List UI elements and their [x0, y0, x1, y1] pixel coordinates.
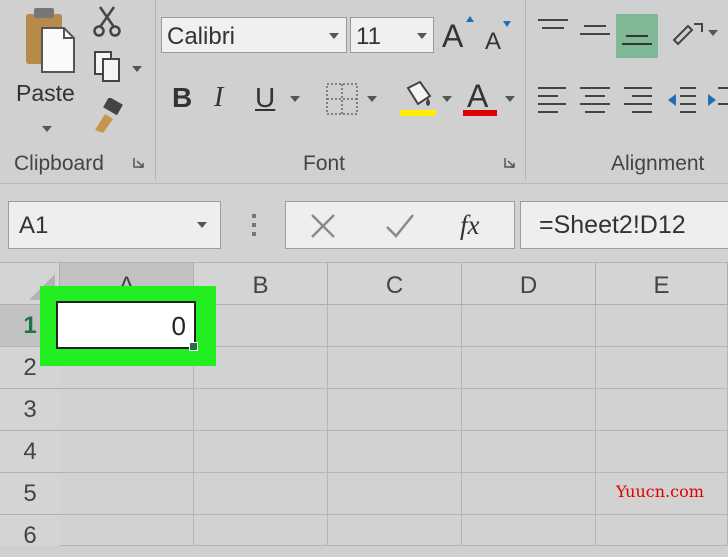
font-dialog-launcher-icon[interactable] [504, 157, 515, 168]
active-cell-value: 0 [171, 311, 186, 341]
grid-cell[interactable] [328, 347, 462, 389]
down-arrow-icon [503, 21, 511, 27]
grid-cell[interactable] [328, 431, 462, 473]
cut-icon[interactable] [92, 5, 122, 37]
grid-cell[interactable] [328, 389, 462, 431]
column-header-d[interactable]: D [462, 263, 596, 305]
chevron-down-icon[interactable] [417, 33, 427, 39]
name-box-value: A1 [19, 212, 49, 239]
grid-cell[interactable] [596, 347, 728, 389]
shrink-font-label: A [485, 28, 502, 55]
grid-cell[interactable] [328, 515, 462, 546]
fill-color-dropdown-arrow[interactable] [442, 96, 452, 102]
font-color-dropdown-arrow[interactable] [505, 96, 515, 102]
up-arrow-icon [466, 16, 474, 22]
grid-cell[interactable] [596, 515, 728, 546]
font-size-value: 11 [356, 23, 381, 50]
italic-button[interactable]: I [214, 82, 223, 114]
grid-cell[interactable] [462, 347, 596, 389]
orientation-dropdown-arrow[interactable] [708, 30, 718, 36]
paste-dropdown-arrow[interactable] [42, 126, 52, 132]
grid-cell[interactable] [60, 389, 194, 431]
grid-cell[interactable] [194, 473, 328, 515]
middle-align-icon[interactable] [578, 16, 612, 46]
borders-icon[interactable] [325, 82, 359, 116]
fill-color-swatch [400, 110, 436, 116]
ribbon: Paste Clipboard Calibri 11 A A B I U A F… [0, 0, 728, 184]
grid-cell[interactable] [194, 431, 328, 473]
grid-cell[interactable] [462, 431, 596, 473]
top-align-icon[interactable] [536, 16, 570, 46]
alignment-group-label: Alignment [611, 152, 705, 175]
grid-cell[interactable] [596, 431, 728, 473]
copy-icon[interactable] [93, 50, 123, 84]
grid-cell[interactable] [462, 305, 596, 347]
paste-button[interactable]: Paste [10, 4, 84, 134]
align-right-icon[interactable] [620, 84, 654, 118]
chevron-down-icon[interactable] [197, 222, 207, 228]
insert-function-button[interactable]: fx [460, 210, 480, 241]
grid-cell[interactable] [462, 515, 596, 546]
row-header-6[interactable]: 6 [0, 515, 60, 549]
grid-cell[interactable] [462, 473, 596, 515]
copy-dropdown-arrow[interactable] [132, 66, 142, 72]
grid-cell[interactable] [194, 515, 328, 546]
orientation-icon[interactable] [668, 16, 708, 50]
watermark: Yuucn.com [616, 482, 704, 501]
formula-bar-grip-icon[interactable] [252, 214, 256, 236]
grid-cell[interactable] [328, 473, 462, 515]
font-name-combo[interactable]: Calibri [161, 17, 347, 53]
formula-bar: A1 fx =Sheet2!D12 [0, 184, 728, 263]
font-group-label: Font [303, 152, 346, 175]
chevron-down-icon[interactable] [329, 33, 339, 39]
grid-cell[interactable] [60, 431, 194, 473]
grid-cell[interactable] [194, 389, 328, 431]
font-name-value: Calibri [167, 23, 236, 50]
formula-buttons: fx [285, 201, 515, 249]
underline-button[interactable]: U [255, 82, 275, 114]
formula-input-value: =Sheet2!D12 [539, 211, 686, 239]
fill-handle[interactable] [189, 342, 198, 351]
grid-cell[interactable] [462, 389, 596, 431]
row-header-5[interactable]: 5 [0, 473, 60, 515]
ribbon-separator [155, 0, 156, 180]
format-painter-icon[interactable] [91, 98, 125, 134]
ribbon-separator [525, 0, 526, 180]
font-size-combo[interactable]: 11 [350, 17, 434, 53]
grid-cell[interactable] [328, 305, 462, 347]
formula-input[interactable]: =Sheet2!D12 [520, 201, 728, 249]
grid-cell[interactable] [60, 473, 194, 515]
paste-icon [26, 8, 75, 73]
name-box[interactable]: A1 [8, 201, 221, 249]
font-color-label: A [467, 78, 489, 114]
decrease-indent-icon[interactable] [666, 84, 698, 118]
enter-checkmark-icon[interactable] [384, 211, 416, 241]
column-header-c[interactable]: C [328, 263, 462, 305]
clipboard-group-label: Clipboard [14, 152, 104, 175]
font-color-swatch [463, 110, 497, 116]
clipboard-dialog-launcher-icon[interactable] [133, 157, 144, 168]
underline-dropdown-arrow[interactable] [290, 96, 300, 102]
paste-label: Paste [16, 80, 75, 106]
grid-cell[interactable] [60, 515, 194, 546]
bottom-align-icon [622, 35, 652, 45]
grow-font-button[interactable]: A [442, 16, 474, 55]
active-cell-a1[interactable]: 0 [56, 301, 198, 351]
cancel-icon[interactable] [308, 211, 338, 241]
align-center-icon[interactable] [578, 84, 612, 118]
align-left-icon[interactable] [536, 84, 570, 118]
row-header-3[interactable]: 3 [0, 389, 60, 431]
grid-cell[interactable] [596, 389, 728, 431]
borders-dropdown-arrow[interactable] [367, 96, 377, 102]
shrink-font-button[interactable]: A [485, 21, 511, 56]
bottom-align-button[interactable] [616, 14, 658, 58]
column-header-e[interactable]: E [596, 263, 728, 305]
bold-button[interactable]: B [172, 82, 192, 114]
increase-indent-icon[interactable] [706, 84, 728, 118]
grow-font-label: A [442, 18, 464, 54]
grid-cell[interactable] [596, 305, 728, 347]
row-header-4[interactable]: 4 [0, 431, 60, 473]
